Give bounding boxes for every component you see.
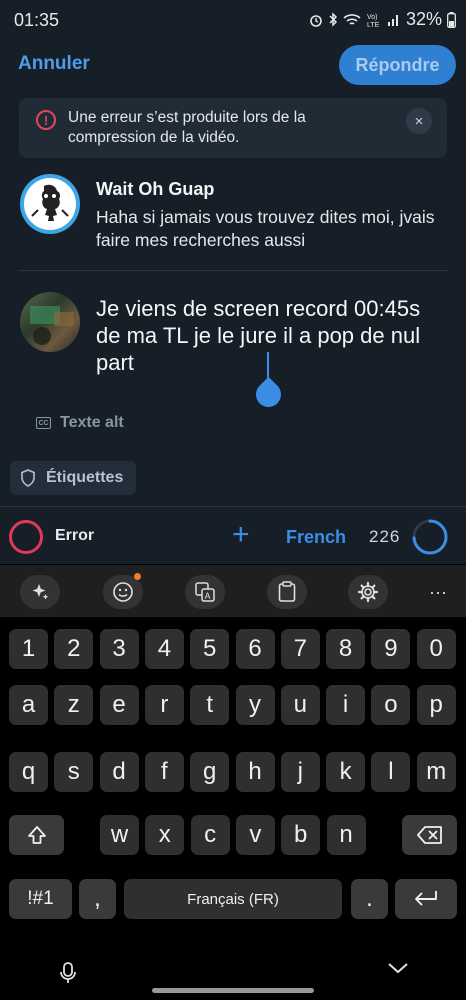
add-thread-button[interactable]: +	[232, 520, 250, 550]
wifi-icon	[343, 13, 361, 25]
key-t[interactable]: t	[190, 685, 230, 725]
key-e[interactable]: e	[99, 685, 139, 725]
key-v[interactable]: v	[235, 815, 275, 855]
key-j[interactable]: j	[280, 752, 320, 792]
character-count: 226	[369, 527, 401, 546]
translate-icon[interactable]: A	[185, 575, 225, 609]
period-key[interactable]: .	[351, 879, 388, 919]
alarm-icon	[310, 14, 322, 27]
notification-dot	[134, 573, 141, 580]
bluetooth-icon	[329, 12, 338, 27]
key-9[interactable]: 9	[371, 629, 411, 669]
alt-text-label: Texte alt	[60, 414, 124, 431]
svg-text:A: A	[205, 591, 211, 601]
labels-label: Étiquettes	[46, 469, 124, 486]
status-bar: 01:35 Vo) LTE 32%	[0, 0, 466, 40]
symbols-key[interactable]: !#1	[9, 879, 72, 919]
enter-key[interactable]	[395, 879, 457, 919]
key-6[interactable]: 6	[235, 629, 275, 669]
cursor-handle[interactable]	[250, 376, 287, 413]
volte-icon: Vo)LTE	[367, 14, 380, 28]
key-n[interactable]: n	[326, 815, 366, 855]
error-icon: !	[36, 110, 56, 130]
signal-icon	[387, 14, 398, 26]
author-avatar[interactable]	[20, 174, 80, 234]
avatar-image	[30, 306, 74, 345]
error-status-label: Error	[55, 527, 95, 544]
error-status-ring[interactable]	[9, 520, 43, 554]
key-1[interactable]: 1	[9, 629, 48, 669]
battery-percent: 32%	[405, 9, 442, 29]
enter-icon	[415, 891, 437, 906]
key-5[interactable]: 5	[190, 629, 230, 669]
language-selector[interactable]: French	[286, 527, 346, 548]
key-k[interactable]: k	[326, 752, 366, 792]
key-a[interactable]: a	[9, 685, 48, 725]
chevron-down-icon[interactable]	[387, 961, 409, 975]
comma-key[interactable]: ,	[79, 879, 116, 919]
settings-icon[interactable]	[348, 575, 388, 609]
key-3[interactable]: 3	[99, 629, 139, 669]
clipboard-icon[interactable]	[267, 575, 307, 609]
key-7[interactable]: 7	[280, 629, 320, 669]
user-avatar	[20, 292, 80, 352]
key-p[interactable]: p	[416, 685, 456, 725]
home-indicator[interactable]	[152, 988, 314, 993]
key-o[interactable]: o	[371, 685, 411, 725]
status-icons: Vo) LTE 32%	[309, 9, 456, 30]
key-w[interactable]: w	[100, 815, 139, 855]
key-r[interactable]: r	[144, 685, 184, 725]
key-m[interactable]: m	[416, 752, 456, 792]
labels-button[interactable]: Étiquettes	[10, 461, 136, 495]
svg-text:LTE: LTE	[367, 22, 380, 28]
key-2[interactable]: 2	[54, 629, 94, 669]
key-u[interactable]: u	[280, 685, 320, 725]
close-icon[interactable]: ×	[406, 108, 432, 134]
battery-icon	[447, 11, 456, 28]
more-icon[interactable]: ···	[418, 575, 458, 609]
key-f[interactable]: f	[144, 752, 184, 792]
error-banner: ! Une erreur s’est produite lors de la c…	[19, 98, 447, 158]
cc-icon: CC	[36, 417, 51, 429]
key-q[interactable]: q	[9, 752, 48, 792]
microphone-icon[interactable]	[58, 962, 78, 984]
divider	[19, 270, 447, 271]
key-4[interactable]: 4	[144, 629, 184, 669]
compose-toolbar: Error + French 226	[0, 506, 466, 564]
space-key[interactable]: Français (FR)	[124, 879, 342, 919]
quoted-post-text: Haha si jamais vous trouvez dites moi, j…	[96, 207, 435, 250]
sparkle-icon[interactable]	[20, 575, 60, 609]
avatar-image	[31, 184, 69, 221]
alt-text-button[interactable]: CC Texte alt	[36, 414, 124, 432]
status-time: 01:35	[14, 10, 60, 30]
key-b[interactable]: b	[281, 815, 321, 855]
key-l[interactable]: l	[371, 752, 411, 792]
key-8[interactable]: 8	[326, 629, 366, 669]
shift-key[interactable]	[9, 815, 64, 855]
keyboard-toolbar: A ···	[0, 565, 466, 617]
compose-textarea[interactable]: Je viens de screen record 00:45s de ma T…	[96, 295, 436, 376]
key-z[interactable]: z	[54, 685, 94, 725]
cancel-button[interactable]: Annuler	[18, 53, 90, 75]
key-g[interactable]: g	[190, 752, 230, 792]
reply-button[interactable]: Répondre	[339, 45, 456, 85]
emoji-icon[interactable]	[103, 573, 143, 609]
key-i[interactable]: i	[326, 685, 366, 725]
error-message: Une erreur s’est produite lors de la com…	[68, 109, 306, 146]
key-c[interactable]: c	[190, 815, 230, 855]
shift-icon	[27, 826, 46, 844]
key-0[interactable]: 0	[416, 629, 456, 669]
quoted-author-name: Wait Oh Guap	[96, 179, 215, 199]
key-h[interactable]: h	[235, 752, 275, 792]
shield-icon	[21, 469, 35, 487]
key-x[interactable]: x	[145, 815, 185, 855]
backspace-icon	[416, 826, 442, 844]
key-s[interactable]: s	[54, 752, 94, 792]
key-d[interactable]: d	[99, 752, 139, 792]
character-progress-ring	[412, 519, 448, 555]
svg-text:Vo): Vo)	[367, 14, 378, 21]
key-y[interactable]: y	[235, 685, 275, 725]
backspace-key[interactable]	[402, 815, 457, 855]
